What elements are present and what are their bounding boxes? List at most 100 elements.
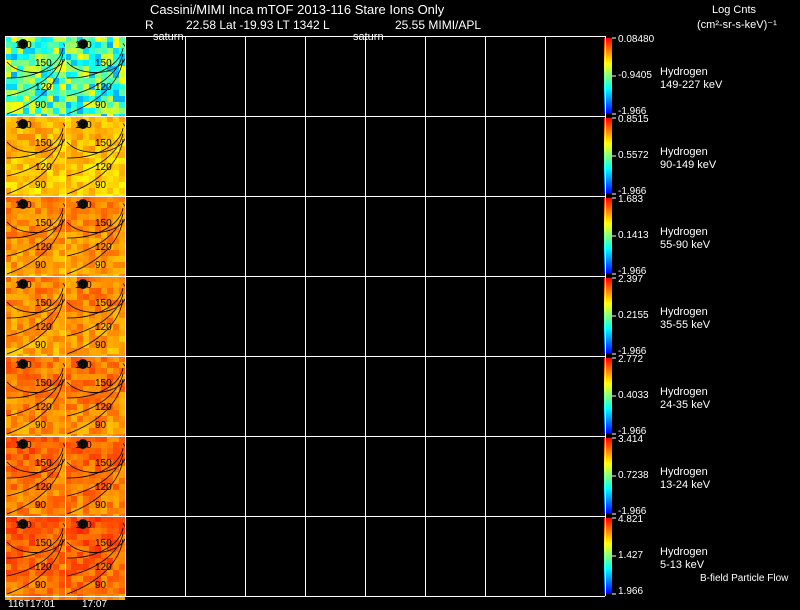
heatmap-pixel <box>71 392 77 398</box>
heatmap-pixel <box>77 342 83 348</box>
heatmap-pixel <box>53 588 59 594</box>
heatmap-pixel <box>119 552 125 558</box>
heatmap-pixel <box>77 422 83 428</box>
heatmap-pixel <box>83 398 89 404</box>
ring-label: 180 <box>15 40 32 51</box>
heatmap-pixel <box>23 214 29 220</box>
heatmap-pixel <box>23 134 29 140</box>
heatmap-pixel <box>53 368 59 374</box>
heatmap-pixel <box>119 588 125 594</box>
heatmap-pixel <box>71 324 77 330</box>
energy-range-label: 13-24 keV <box>660 479 711 491</box>
ring-label: 120 <box>95 162 112 173</box>
ring-label: 150 <box>35 138 52 149</box>
heatmap-pixel <box>23 60 29 66</box>
heatmap-image: 180150 120 90 <box>65 436 128 520</box>
ring-label: 90 <box>95 260 107 271</box>
ring-label: 120 <box>35 82 52 93</box>
heatmap-pixel <box>119 182 125 188</box>
species-label: Hydrogen <box>660 146 708 158</box>
heatmap-pixel <box>113 324 119 330</box>
heatmap-pixel <box>95 282 101 288</box>
band-label: Hydrogen 13-24 keV <box>660 466 710 492</box>
heatmap-pixel <box>113 588 119 594</box>
heatmap-pixel <box>53 268 59 274</box>
heatmap-pixel <box>113 268 119 274</box>
bfield-flow-label: B-field Particle Flow <box>700 573 789 584</box>
heatmap-pixel <box>101 472 107 478</box>
heatmap-pixel <box>107 96 113 102</box>
heatmap-pixel <box>71 484 77 490</box>
heatmap-pixel <box>47 288 53 294</box>
heatmap-pixel <box>83 188 89 194</box>
heatmap-pixel <box>77 294 83 300</box>
heatmap-pixel <box>23 380 29 386</box>
heatmap-pixel <box>11 102 17 108</box>
heatmap-pixel <box>17 140 23 146</box>
heatmap-pixel <box>101 282 107 288</box>
species-label: Hydrogen <box>660 306 708 318</box>
heatmap-pixel <box>23 460 29 466</box>
heatmap-pixel <box>11 214 17 220</box>
ring-label: 120 <box>35 242 52 253</box>
heatmap-pixel <box>119 342 125 348</box>
heatmap-pixel <box>53 262 59 268</box>
ring-label: 120 <box>35 482 52 493</box>
heatmap-pixel <box>47 342 53 348</box>
ring-label: 150 <box>95 298 112 309</box>
heatmap-pixel <box>47 262 53 268</box>
heatmap-image: 180150 120 90 <box>65 356 128 440</box>
heatmap-pixel <box>71 72 77 78</box>
heatmap-pixel <box>11 256 17 262</box>
heatmap-pixel <box>23 108 29 114</box>
ring-label: 150 <box>35 218 52 229</box>
heatmap-pixel <box>59 588 65 594</box>
ring-label: 90 <box>95 580 107 591</box>
heatmap-pixel <box>59 564 65 570</box>
heatmap-pixel <box>77 220 83 226</box>
heatmap-pixel <box>23 342 29 348</box>
heatmap-pixel <box>107 576 113 582</box>
heatmap-pixel <box>41 202 47 208</box>
energy-range-label: 5-13 keV <box>660 559 705 571</box>
heatmap-pixel <box>71 374 77 380</box>
heatmap-pixel <box>113 282 119 288</box>
heatmap-pixel <box>107 188 113 194</box>
heatmap-pixel <box>101 208 107 214</box>
heatmap-pixel <box>35 202 41 208</box>
ring-label: 120 <box>95 322 112 333</box>
heatmap-pixel <box>59 78 65 84</box>
heatmap-pixel <box>23 422 29 428</box>
heatmap-pixel <box>101 522 107 528</box>
heatmap-pixel <box>71 152 77 158</box>
heatmap-pixel <box>119 348 125 354</box>
heatmap-image: 180150 120 90 <box>65 276 128 360</box>
heatmap-pixel <box>47 428 53 434</box>
heatmap-pixel <box>17 422 23 428</box>
heatmap-pixel <box>59 478 65 484</box>
heatmap-pixel <box>23 294 29 300</box>
heatmap-pixel <box>23 398 29 404</box>
heatmap-pixel <box>17 558 23 564</box>
heatmap-pixel <box>77 496 83 502</box>
heatmap-pixel <box>71 558 77 564</box>
heatmap-pixel <box>71 158 77 164</box>
heatmap-pixel <box>119 472 125 478</box>
heatmap-pixel <box>77 404 83 410</box>
heatmap-pixel <box>77 564 83 570</box>
species-label: Hydrogen <box>660 226 708 238</box>
heatmap-pixel <box>107 428 113 434</box>
heatmap-pixel <box>119 170 125 176</box>
heatmap-pixel <box>113 442 119 448</box>
heatmap-pixel <box>71 496 77 502</box>
heatmap-pixel <box>35 442 41 448</box>
heatmap-pixel <box>47 576 53 582</box>
heatmap-pixel <box>53 564 59 570</box>
heatmap-pixel <box>11 342 17 348</box>
ring-label: 90 <box>35 100 47 111</box>
heatmap-pixel <box>47 208 53 214</box>
ring-label: 150 <box>95 378 112 389</box>
heatmap-pixel <box>41 232 47 238</box>
heatmap-pixel <box>107 528 113 534</box>
heatmap-pixel <box>107 108 113 114</box>
